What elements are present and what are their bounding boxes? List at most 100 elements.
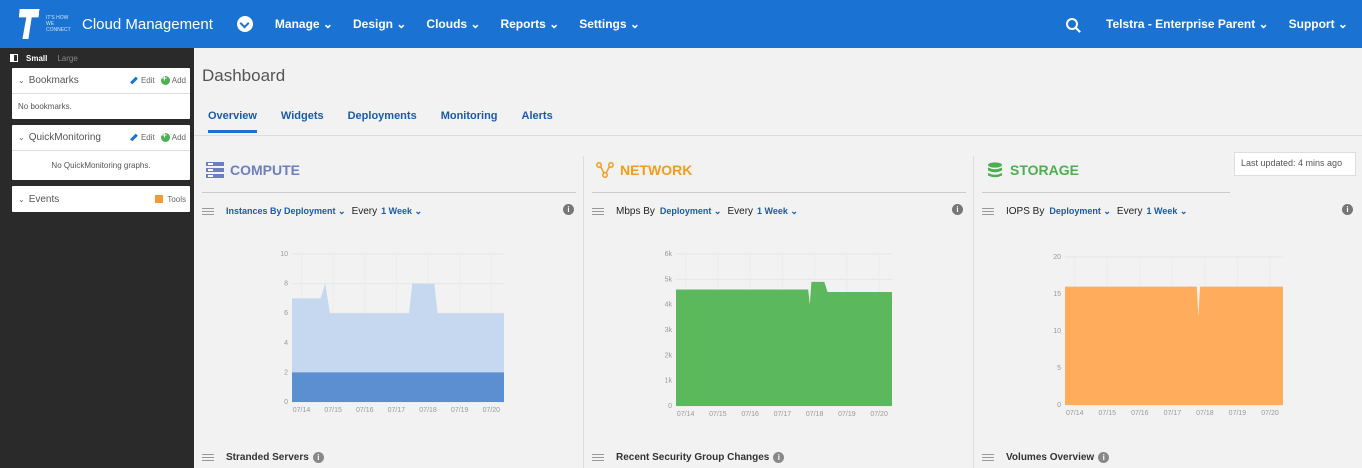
storage-controls: IOPS By Deployment ⌄ Every 1 Week ⌄: [982, 206, 1187, 217]
y-tick-label: 15: [1053, 291, 1061, 298]
info-icon[interactable]: i: [312, 452, 324, 463]
size-small[interactable]: Small: [26, 54, 47, 63]
x-tick-label: 07/17: [1164, 410, 1182, 417]
drag-handle-icon[interactable]: [202, 454, 214, 461]
quickmonitoring-add-button[interactable]: Add: [155, 130, 186, 142]
chevron-down-icon[interactable]: ⌄: [18, 133, 25, 142]
tab-alerts[interactable]: Alerts: [522, 110, 553, 133]
x-tick-label: 07/15: [324, 407, 342, 414]
compute-period-select[interactable]: 1 Week ⌄: [381, 206, 422, 217]
y-tick-label: 5k: [665, 276, 673, 283]
x-tick-label: 07/14: [293, 407, 311, 414]
network-period-select[interactable]: 1 Week ⌄: [757, 206, 798, 217]
dashboard-tabs: Overview Widgets Deployments Monitoring …: [208, 110, 553, 133]
events-title[interactable]: Events: [29, 194, 156, 205]
y-tick-label: 0: [284, 399, 288, 406]
top-nav-bar: IT'S HOW WE CONNECT Cloud Management Man…: [0, 0, 1362, 48]
events-tools-button[interactable]: Tools: [155, 195, 186, 204]
tab-monitoring[interactable]: Monitoring: [441, 110, 498, 133]
compute-controls: Instances By Deployment ⌄ Every 1 Week ⌄: [202, 206, 422, 217]
page-title: Dashboard: [202, 66, 286, 85]
y-tick-label: 0: [1057, 402, 1061, 409]
x-tick-label: 07/16: [1131, 410, 1149, 417]
tab-overview[interactable]: Overview: [208, 110, 257, 133]
y-tick-label: 8: [284, 281, 288, 288]
y-tick-label: 4: [284, 340, 288, 347]
support-menu[interactable]: Support ⌄: [1289, 17, 1348, 31]
nav-clouds[interactable]: Clouds ⌄: [426, 17, 480, 31]
drag-handle-icon[interactable]: [982, 208, 994, 215]
x-tick-label: 07/14: [1066, 410, 1084, 417]
y-tick-label: 6k: [665, 251, 673, 258]
x-tick-label: 07/15: [1099, 410, 1117, 417]
x-tick-label: 07/20: [870, 411, 888, 418]
drag-handle-icon[interactable]: [592, 454, 604, 461]
drag-handle-icon[interactable]: [982, 454, 994, 461]
series-area-1: [292, 372, 504, 402]
sidebar-toggle-icon[interactable]: [10, 54, 18, 62]
tab-widgets[interactable]: Widgets: [281, 110, 324, 133]
drag-handle-icon[interactable]: [592, 208, 604, 215]
info-icon[interactable]: i: [952, 204, 963, 215]
x-tick-label: 07/18: [419, 407, 437, 414]
stranded-servers-widget: Stranded Servers i: [202, 452, 324, 463]
pencil-icon: [130, 76, 138, 85]
info-icon[interactable]: i: [1342, 204, 1353, 215]
every-label: Every: [1116, 206, 1143, 217]
compute-metric-select[interactable]: Instances By Deployment ⌄: [226, 206, 346, 217]
storage-chart: 0 5 10 15 20 07/14 07/15 07/16 07/17 07/18 07/19 07…: [1053, 254, 1283, 417]
events-panel: ⌄ Events Tools: [12, 186, 190, 212]
iops-by-label: IOPS By: [1006, 206, 1045, 217]
bookmarks-edit-button[interactable]: Edit: [130, 76, 155, 85]
network-chart: 0 1k 2k 3k 4k 5k 6k 07/14 07/15 07/16 07/17 07/18 07…: [665, 251, 892, 418]
nav-design[interactable]: Design ⌄: [353, 17, 406, 31]
storage-period-select[interactable]: 1 Week ⌄: [1146, 206, 1187, 217]
network-metric-select[interactable]: Deployment ⌄: [660, 206, 722, 217]
search-icon[interactable]: [1066, 18, 1079, 30]
security-group-changes-title: Recent Security Group Changes: [616, 452, 770, 463]
volumes-overview-widget: Volumes Overview i: [982, 452, 1110, 463]
security-group-changes-widget: Recent Security Group Changes i: [592, 452, 785, 463]
info-icon[interactable]: i: [1098, 452, 1110, 463]
storage-header: STORAGE: [986, 162, 1079, 178]
y-tick-label: 0: [668, 403, 672, 410]
network-controls: Mbps By Deployment ⌄ Every 1 Week ⌄: [592, 206, 798, 217]
x-tick-label: 07/14: [677, 411, 695, 418]
pencil-icon: [130, 133, 138, 142]
size-large[interactable]: Large: [57, 54, 77, 63]
info-icon[interactable]: i: [563, 204, 574, 215]
y-tick-label: 10: [280, 251, 288, 258]
y-tick-label: 6: [284, 310, 288, 317]
server-icon: [206, 162, 224, 178]
drag-handle-icon[interactable]: [202, 208, 214, 215]
tab-deployments[interactable]: Deployments: [348, 110, 417, 133]
nav-manage[interactable]: Manage ⌄: [275, 17, 333, 31]
network-icon: [596, 162, 614, 178]
compute-chart: 0 2 4 6 8 10 07/14 07/15 07/16 07/17 07/18 07/19 07/…: [280, 251, 504, 414]
x-tick-label: 07/19: [838, 411, 856, 418]
main-content: Dashboard Overview Widgets Deployments M…: [194, 48, 1362, 468]
quickmonitoring-panel: ⌄ QuickMonitoring Edit Add No QuickMonit…: [12, 125, 190, 180]
quickmonitoring-title[interactable]: QuickMonitoring: [29, 132, 130, 143]
bookmarks-title[interactable]: Bookmarks: [29, 75, 130, 86]
tools-icon: [155, 195, 164, 203]
info-icon[interactable]: i: [773, 452, 785, 463]
nav-reports[interactable]: Reports ⌄: [500, 17, 559, 31]
y-tick-label: 2k: [665, 352, 673, 359]
chevron-down-icon[interactable]: [236, 16, 253, 32]
storage-metric-select[interactable]: Deployment ⌄: [1049, 206, 1111, 217]
quickmonitoring-empty: No QuickMonitoring graphs.: [51, 161, 151, 170]
telstra-logo-icon[interactable]: [14, 4, 54, 44]
app-title[interactable]: Cloud Management: [82, 16, 213, 33]
chevron-down-icon[interactable]: ⌄: [18, 195, 25, 204]
x-tick-label: 07/16: [356, 407, 374, 414]
nav-settings[interactable]: Settings ⌄: [579, 17, 640, 31]
bookmarks-add-button[interactable]: Add: [155, 73, 186, 85]
chevron-down-icon[interactable]: ⌄: [18, 76, 25, 85]
account-menu[interactable]: Telstra - Enterprise Parent ⌄: [1106, 17, 1269, 31]
add-icon: [160, 73, 170, 85]
quickmonitoring-edit-button[interactable]: Edit: [130, 133, 155, 142]
stranded-servers-title: Stranded Servers: [226, 452, 309, 463]
network-section: NETWORK Mbps By Deployment ⌄ Every 1 Wee…: [584, 156, 974, 468]
mbps-by-label: Mbps By: [616, 206, 655, 217]
